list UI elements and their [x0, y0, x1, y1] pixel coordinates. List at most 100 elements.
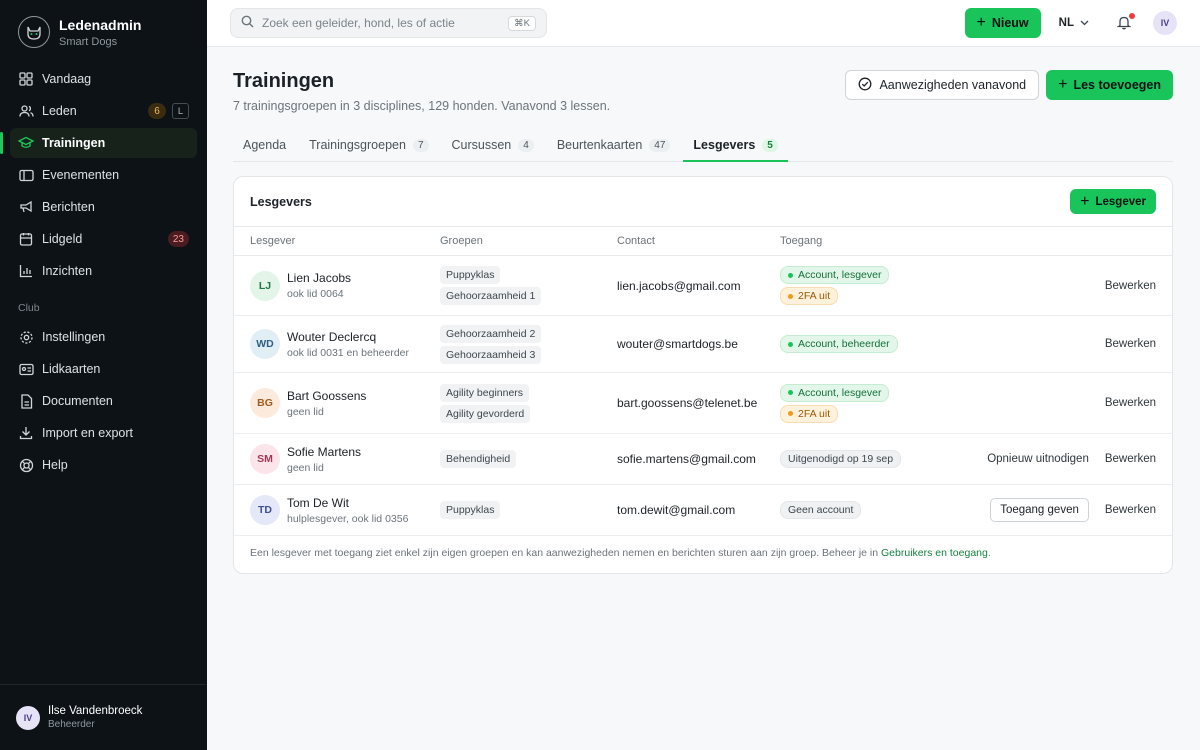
- search-box[interactable]: ⌘K: [230, 8, 547, 38]
- instructor-email[interactable]: bart.goossens@telenet.be: [617, 396, 780, 410]
- footer-text: Een lesgever met toegang ziet enkel zijn…: [250, 547, 882, 559]
- sidebar-item-documenten[interactable]: Documenten: [10, 386, 197, 416]
- instructor-meta: ook lid 0031 en beheerder: [287, 346, 410, 359]
- sidebar-item-label: Trainingen: [42, 136, 106, 150]
- sidebar-item-lidgeld[interactable]: Lidgeld 23: [10, 224, 197, 254]
- sidebar-item-label: Help: [42, 458, 68, 472]
- sidebar-item-vandaag[interactable]: Vandaag: [10, 64, 197, 94]
- instructor-email[interactable]: tom.dewit@gmail.com: [617, 503, 780, 517]
- access-badge: Account, lesgever: [780, 383, 890, 402]
- sidebar-item-help[interactable]: Help: [10, 450, 197, 480]
- table-body: LJ Lien Jacobs ook lid 0064 Puppyklas Geh…: [234, 256, 1172, 536]
- tab-count: 7: [412, 138, 429, 152]
- grant-access-button[interactable]: Toegang geven: [990, 498, 1089, 522]
- access-badge-label: Geen account: [788, 504, 854, 516]
- column-header: Groepen: [440, 235, 483, 247]
- avatar: BG: [250, 388, 280, 418]
- group-chip: Agility gevorderd: [440, 404, 531, 423]
- users-access-link[interactable]: Gebruikers en toegang: [881, 547, 988, 559]
- language-selector[interactable]: NL: [1059, 17, 1089, 29]
- add-instructor-button[interactable]: + Lesgever: [1070, 189, 1156, 214]
- main-nav: Vandaag Leden 6 L Trainingen Evenementen…: [0, 64, 207, 286]
- edit-link[interactable]: Bewerken: [1105, 280, 1156, 292]
- search-shortcut: ⌘K: [508, 15, 536, 31]
- card-title: Lesgevers: [250, 194, 312, 209]
- edit-link[interactable]: Bewerken: [1105, 338, 1156, 350]
- new-button-label: Nieuw: [991, 16, 1029, 30]
- add-lesson-button[interactable]: + Les toevoegen: [1046, 70, 1173, 100]
- plus-icon: +: [976, 14, 986, 31]
- tab-cursussen[interactable]: Cursussen 4: [442, 129, 544, 161]
- count-badge: 6: [148, 103, 166, 119]
- club-nav: Instellingen Lidkaarten Documenten Impor…: [0, 322, 207, 480]
- edit-link[interactable]: Bewerken: [1105, 397, 1156, 409]
- avatar: SM: [250, 444, 280, 474]
- shortcut-key: L: [172, 103, 189, 119]
- attendance-button[interactable]: Aanwezigheden vanavond: [845, 70, 1040, 100]
- topbar: ⌘K + Nieuw NL IV: [207, 0, 1200, 47]
- sidebar-item-import-export[interactable]: Import en export: [10, 418, 197, 448]
- instructor-email[interactable]: wouter@smartdogs.be: [617, 337, 780, 351]
- sidebar-item-label: Leden: [42, 104, 77, 118]
- megaphone-icon: [18, 199, 34, 215]
- tab-agenda[interactable]: Agenda: [233, 129, 296, 161]
- count-badge: 23: [167, 231, 189, 247]
- user-role: Beheerder: [48, 719, 95, 730]
- tab-trainingsgroepen[interactable]: Trainingsgroepen 7: [299, 129, 438, 161]
- bar-chart-icon: [18, 263, 34, 279]
- add-instructor-label: Lesgever: [1095, 195, 1146, 208]
- access-badge-label: Account, beheerder: [798, 338, 890, 350]
- brand[interactable]: Ledenadmin Smart Dogs: [0, 0, 207, 64]
- grid-icon: [18, 71, 34, 87]
- page-subtitle: 7 trainingsgroepen in 3 disciplines, 129…: [233, 99, 611, 113]
- new-button[interactable]: + Nieuw: [964, 8, 1041, 38]
- document-icon: [18, 393, 34, 409]
- sidebar-item-label: Inzichten: [42, 264, 93, 278]
- instructor-name: Wouter Declercq: [287, 329, 377, 344]
- group-chip: Puppyklas: [440, 266, 501, 284]
- section-label-club: Club: [18, 302, 40, 314]
- tab-lesgevers[interactable]: Lesgevers 5: [683, 129, 789, 162]
- tab-beurtenkaarten[interactable]: Beurtenkaarten 47: [547, 129, 681, 161]
- reinvite-link[interactable]: Opnieuw uitnodigen: [987, 453, 1089, 465]
- page-title: Trainingen: [233, 70, 335, 92]
- sidebar-item-leden[interactable]: Leden 6 L: [10, 96, 197, 126]
- sidebar-item-lidkaarten[interactable]: Lidkaarten: [10, 354, 197, 384]
- sidebar-item-label: Instellingen: [42, 330, 106, 344]
- tab-count: 5: [762, 138, 778, 152]
- column-header: Toegang: [780, 235, 823, 247]
- instructor-email[interactable]: lien.jacobs@gmail.com: [617, 279, 780, 293]
- current-user[interactable]: IV Ilse Vandenbroeck Beheerder: [0, 684, 207, 750]
- sidebar-item-label: Import en export: [42, 426, 134, 440]
- tab-label: Lesgevers: [693, 138, 756, 152]
- status-dot: [788, 272, 793, 278]
- sidebar-item-trainingen[interactable]: Trainingen: [0, 128, 197, 158]
- edit-link[interactable]: Bewerken: [1105, 504, 1156, 516]
- sidebar-item-label: Documenten: [42, 394, 113, 408]
- edit-link[interactable]: Bewerken: [1105, 453, 1156, 465]
- sidebar-item-berichten[interactable]: Berichten: [10, 192, 197, 222]
- main-content: Trainingen 7 trainingsgroepen in 3 disci…: [233, 47, 1173, 574]
- sidebar-item-inzichten[interactable]: Inzichten: [10, 256, 197, 286]
- sidebar-item-evenementen[interactable]: Evenementen: [10, 160, 197, 190]
- instructor-meta: hulplesgever, ook lid 0356: [287, 512, 409, 525]
- status-dot: [788, 411, 793, 416]
- search-input[interactable]: [262, 16, 509, 30]
- instructor-email[interactable]: sofie.martens@gmail.com: [617, 452, 780, 466]
- footer-end: .: [987, 547, 991, 559]
- table-row: BG Bart Goossens geen lid Agility beginn…: [234, 373, 1172, 434]
- group-chip: Gehoorzaamheid 2: [440, 324, 542, 343]
- sidebar-item-instellingen[interactable]: Instellingen: [10, 322, 197, 352]
- ticket-icon: [18, 167, 34, 183]
- notifications-button[interactable]: [1116, 13, 1135, 31]
- access-badge-label: Uitgenodigd op 19 sep: [788, 453, 894, 465]
- avatar[interactable]: IV: [1153, 11, 1177, 35]
- access-badge: Uitgenodigd op 19 sep: [780, 450, 902, 468]
- add-lesson-label: Les toevoegen: [1073, 78, 1161, 92]
- sidebar-item-label: Vandaag: [42, 72, 92, 86]
- column-header: Contact: [617, 235, 655, 247]
- instructors-card: Lesgevers + Lesgever Lesgever Groepen Co…: [233, 176, 1173, 574]
- group-chip: Behendigheid: [440, 450, 517, 468]
- access-badge: Account, lesgever: [780, 266, 890, 284]
- group-chip: Gehoorzaamheid 1: [440, 287, 542, 305]
